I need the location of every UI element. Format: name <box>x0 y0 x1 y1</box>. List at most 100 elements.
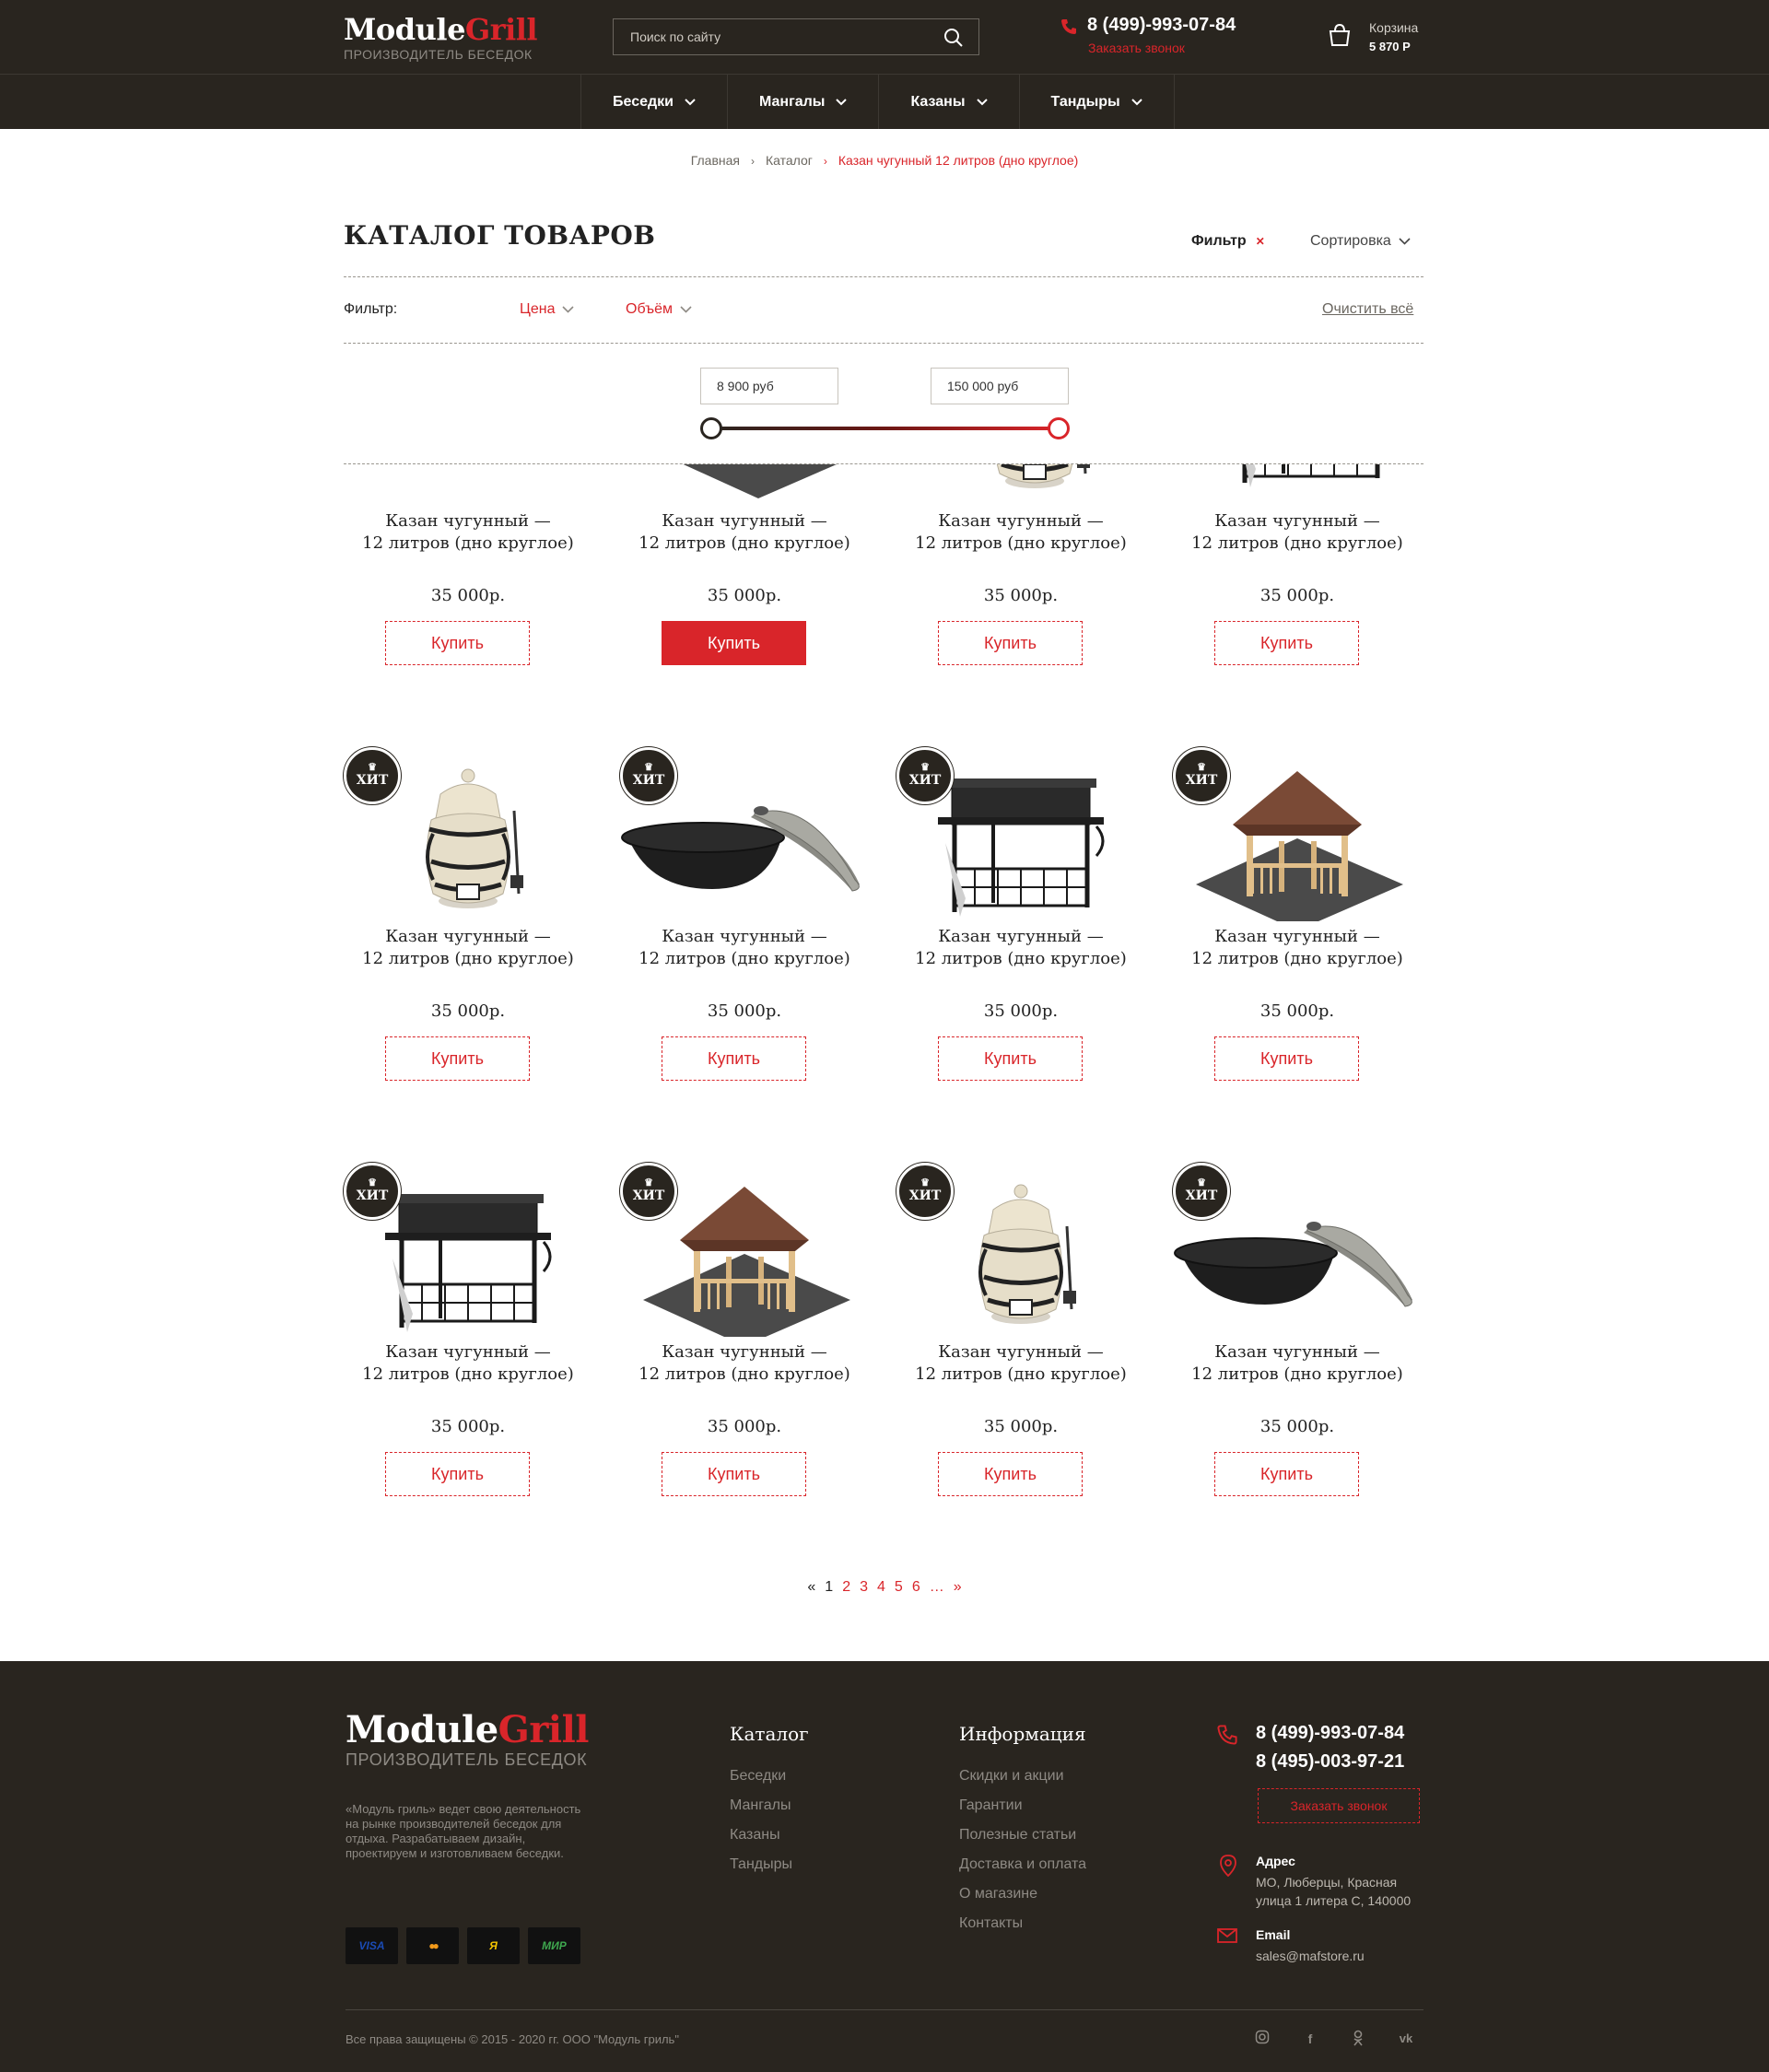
product-name[interactable]: Казан чугунный —12 литров (дно круглое) <box>330 926 606 970</box>
buy-button[interactable]: Купить <box>1214 1036 1359 1081</box>
callback-link[interactable]: Заказать звонок <box>1088 41 1185 55</box>
buy-button[interactable]: Купить <box>385 621 530 665</box>
pagination-page[interactable]: 6 <box>912 1579 920 1596</box>
footer-link[interactable]: Скидки и акции <box>959 1762 1086 1791</box>
mastercard-icon: ●● <box>406 1927 459 1964</box>
mir-icon: МИР <box>528 1927 580 1964</box>
nav-item-kazans[interactable]: Казаны <box>879 75 1020 129</box>
buy-button[interactable]: Купить <box>938 621 1083 665</box>
footer-link[interactable]: О магазине <box>959 1879 1086 1909</box>
footer-link[interactable]: Тандыры <box>730 1850 792 1879</box>
breadcrumb-catalog[interactable]: Каталог <box>766 153 813 168</box>
page-title: КАТАЛОГ ТОВАРОВ <box>344 220 656 251</box>
footer-link[interactable]: Казаны <box>730 1820 792 1850</box>
product-price: 35 000р. <box>1259 1001 1335 1021</box>
pagination-page[interactable]: 4 <box>877 1579 885 1596</box>
product-name[interactable]: Казан чугунный —12 литров (дно круглое) <box>606 510 883 555</box>
search-icon[interactable] <box>943 28 964 48</box>
crown-icon: ♛ <box>1197 1176 1206 1188</box>
product-price: 35 000р. <box>707 1417 782 1436</box>
price-slider-max-handle[interactable] <box>1048 417 1070 439</box>
price-slider-min-handle[interactable] <box>700 417 722 439</box>
pagination-page-current[interactable]: 1 <box>825 1579 833 1596</box>
price-min-input[interactable] <box>700 368 838 404</box>
logo[interactable]: ModuleGrill ПРОИЗВОДИТЕЛЬ БЕСЕДОК <box>344 12 538 62</box>
footer-logo[interactable]: ModuleGrill ПРОИЗВОДИТЕЛЬ БЕСЕДОК <box>346 1710 589 1770</box>
crown-icon: ♛ <box>644 761 653 773</box>
hit-badge: ♛ ХИТ <box>620 747 677 804</box>
footer-link[interactable]: Гарантии <box>959 1791 1086 1820</box>
chevron-down-icon <box>836 98 848 105</box>
product-name[interactable]: Казан чугунный —12 литров (дно круглое) <box>606 926 883 970</box>
footer-link[interactable]: Беседки <box>730 1762 792 1791</box>
breadcrumb-home[interactable]: Главная <box>691 153 740 168</box>
footer-callback-button[interactable]: Заказать звонок <box>1258 1788 1420 1823</box>
price-max-input[interactable] <box>931 368 1069 404</box>
pagination-next[interactable]: » <box>954 1579 962 1596</box>
buy-button[interactable]: Купить <box>385 1452 530 1496</box>
product-name[interactable]: Казан чугунный —12 литров (дно круглое) <box>330 1341 606 1386</box>
product-price: 35 000р. <box>983 1001 1059 1021</box>
nav-item-grills[interactable]: Мангалы <box>728 75 880 129</box>
cart-icon[interactable] <box>1327 22 1353 48</box>
product-name[interactable]: Казан чугунный —12 литров (дно круглое) <box>606 1341 883 1386</box>
vk-icon[interactable]: vk <box>1397 2030 1415 2048</box>
filter-volume-dropdown[interactable]: Объём <box>626 301 692 318</box>
logo-wordmark: ModuleGrill <box>344 12 538 47</box>
buy-button[interactable]: Купить <box>662 1036 806 1081</box>
odnoklassniki-icon[interactable] <box>1349 2030 1367 2048</box>
pagination-page[interactable]: 5 <box>895 1579 903 1596</box>
footer-phone-1[interactable]: 8 (499)-993-07-84 <box>1256 1723 1404 1744</box>
cart-label[interactable]: Корзина <box>1369 20 1418 35</box>
email-value[interactable]: sales@mafstore.ru <box>1256 1947 1365 1965</box>
buy-button[interactable]: Купить <box>938 1036 1083 1081</box>
product-name[interactable]: Казан чугунный —12 литров (дно круглое) <box>883 1341 1159 1386</box>
breadcrumb-separator-icon: › <box>751 155 755 168</box>
pagination-page[interactable]: 2 <box>842 1579 850 1596</box>
buy-button[interactable]: Купить <box>385 1036 530 1081</box>
footer-link[interactable]: Контакты <box>959 1909 1086 1938</box>
clear-filters-link[interactable]: Очистить всё <box>1322 301 1413 318</box>
product-name[interactable]: Казан чугунный —12 литров (дно круглое) <box>883 926 1159 970</box>
footer-logo-tagline: ПРОИЗВОДИТЕЛЬ БЕСЕДОК <box>346 1750 588 1769</box>
close-icon[interactable]: ✕ <box>1256 235 1265 248</box>
footer-logo-wordmark: ModuleGrill <box>346 1708 589 1751</box>
footer-link[interactable]: Доставка и оплата <box>959 1850 1086 1879</box>
footer-phone-2[interactable]: 8 (495)-003-97-21 <box>1256 1751 1404 1773</box>
buy-button[interactable]: Купить <box>1214 1452 1359 1496</box>
address-line-2: улица 1 литера С, 140000 <box>1256 1893 1412 1908</box>
search-input[interactable] <box>614 19 927 54</box>
search-box <box>613 18 979 55</box>
buy-button[interactable]: Купить <box>662 1452 806 1496</box>
filter-price-dropdown[interactable]: Цена <box>520 301 575 318</box>
buy-button[interactable]: Купить <box>938 1452 1083 1496</box>
filter-toggle[interactable]: Фильтр ✕ <box>1191 233 1265 250</box>
copyright: Все права защищены © 2015 - 2020 гг. ООО… <box>346 2032 679 2046</box>
product-name[interactable]: Казан чугунный —12 литров (дно круглое) <box>1159 510 1435 555</box>
product-name[interactable]: Казан чугунный —12 литров (дно круглое) <box>883 510 1159 555</box>
buy-button[interactable]: Купить <box>662 621 806 665</box>
facebook-icon[interactable]: f <box>1301 2030 1319 2048</box>
buy-button[interactable]: Купить <box>1214 621 1359 665</box>
product-name[interactable]: Казан чугунный —12 литров (дно круглое) <box>330 510 606 555</box>
footer-link[interactable]: Мангалы <box>730 1791 792 1820</box>
nav-item-gazebos[interactable]: Беседки <box>581 75 728 129</box>
cart-total[interactable]: 5 870 Р <box>1369 40 1411 53</box>
product-name[interactable]: Казан чугунный —12 литров (дно круглое) <box>1159 926 1435 970</box>
mail-icon <box>1217 1928 1237 1943</box>
instagram-icon[interactable] <box>1253 2030 1271 2048</box>
pagination-prev[interactable]: « <box>807 1579 815 1596</box>
product-price: 35 000р. <box>430 1417 506 1436</box>
product-name[interactable]: Казан чугунный —12 литров (дно круглое) <box>1159 1341 1435 1386</box>
yandex-money-icon: Я <box>467 1927 520 1964</box>
footer-divider <box>346 2009 1423 2010</box>
footer-catalog-links: Беседки Мангалы Казаны Тандыры <box>730 1762 792 1879</box>
footer-link[interactable]: Полезные статьи <box>959 1820 1086 1850</box>
sort-toggle[interactable]: Сортировка <box>1310 233 1411 250</box>
price-slider-track[interactable] <box>712 427 1057 430</box>
header-phone[interactable]: 8 (499)-993-07-84 <box>1087 15 1236 36</box>
nav-item-tandoors[interactable]: Тандыры <box>1020 75 1175 129</box>
pagination-page[interactable]: 3 <box>860 1579 868 1596</box>
hit-badge: ♛ ХИТ <box>1173 1163 1230 1220</box>
crown-icon: ♛ <box>920 761 930 773</box>
